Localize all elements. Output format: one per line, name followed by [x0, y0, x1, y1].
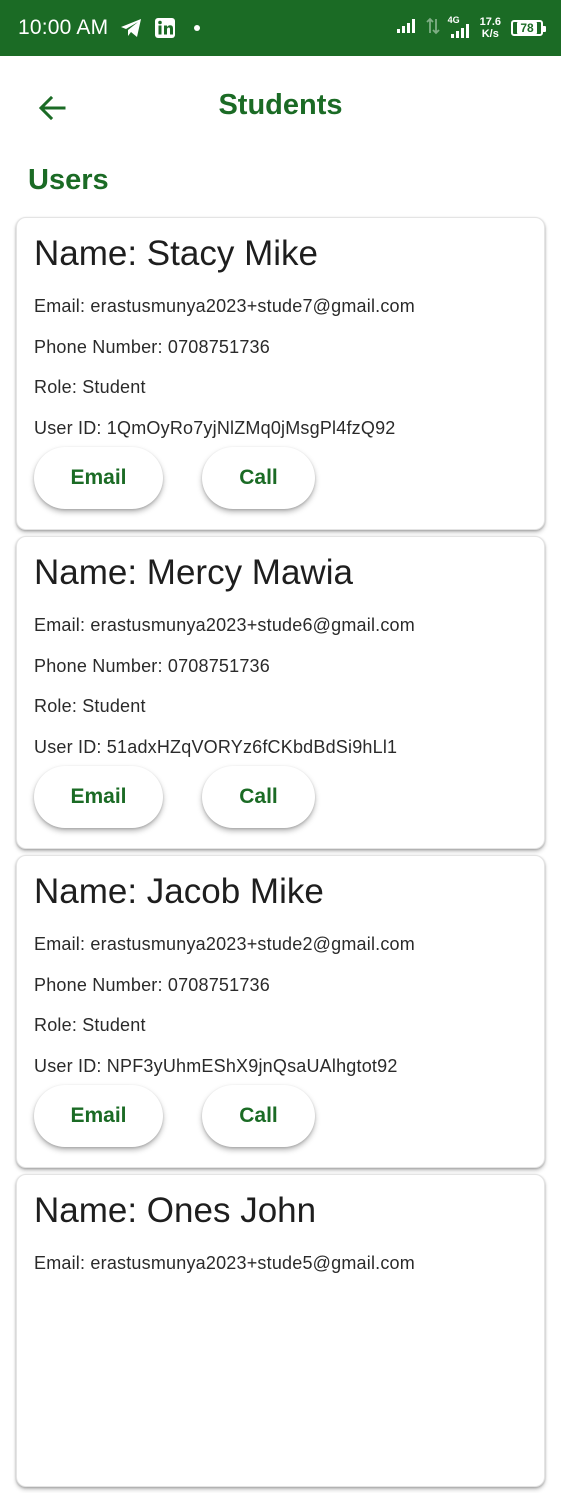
user-card: Name: Jacob Mike Email: erastusmunya2023… [16, 855, 545, 1168]
email-button[interactable]: Email [34, 766, 163, 828]
user-id: User ID: NPF3yUhmEShX9jnQsaUAlhgtot92 [34, 1056, 398, 1076]
battery-level: 78 [517, 22, 537, 34]
linkedin-icon [154, 17, 176, 39]
battery-icon: 78 [511, 20, 546, 36]
user-email: Email: erastusmunya2023+stude6@gmail.com [34, 615, 415, 635]
user-email: Email: erastusmunya2023+stude2@gmail.com [34, 934, 415, 954]
data-transfer-icon [425, 17, 440, 40]
network-speed: 17.6 K/s [480, 16, 501, 40]
user-card: Name: Mercy Mawia Email: erastusmunya202… [16, 536, 545, 849]
email-button[interactable]: Email [34, 447, 163, 509]
user-phone: Phone Number: 0708751736 [34, 337, 270, 357]
user-card: Name: Stacy Mike Email: erastusmunya2023… [16, 217, 545, 530]
user-list: Name: Stacy Mike Email: erastusmunya2023… [16, 217, 545, 1493]
user-email: Email: erastusmunya2023+stude7@gmail.com [34, 296, 415, 316]
status-bar: 10:00 AM 4G 17.6 K/s 78 [0, 0, 561, 56]
network-speed-unit: K/s [481, 28, 499, 40]
call-button[interactable]: Call [202, 447, 315, 509]
section-title: Users [28, 164, 109, 196]
user-name: Name: Mercy Mawia [34, 553, 353, 592]
call-button[interactable]: Call [202, 766, 315, 828]
user-card: Name: Ones John Email: erastusmunya2023+… [16, 1174, 545, 1487]
user-id: User ID: 51adxHZqVORYz6fCKbdBdSi9hLl1 [34, 737, 398, 757]
telegram-icon [120, 18, 142, 38]
user-email: Email: erastusmunya2023+stude5@gmail.com [34, 1253, 415, 1273]
page-title: Students [218, 89, 343, 121]
user-phone: Phone Number: 0708751736 [34, 656, 270, 676]
signal-4g-icon: 4G [448, 15, 472, 39]
status-time: 10:00 AM [18, 16, 109, 39]
user-name: Name: Stacy Mike [34, 234, 318, 273]
user-role: Role: Student [34, 377, 146, 397]
signal-icon [396, 18, 418, 39]
app-bar: Students [0, 56, 561, 162]
user-phone: Phone Number: 0708751736 [34, 975, 270, 995]
call-button[interactable]: Call [202, 1085, 315, 1147]
user-role: Role: Student [34, 696, 146, 716]
user-role: Role: Student [34, 1015, 146, 1035]
email-button[interactable]: Email [34, 1085, 163, 1147]
notification-dot-icon [194, 25, 201, 31]
user-id: User ID: 1QmOyRo7yjNlZMq0jMsgPl4fzQ92 [34, 418, 396, 438]
network-speed-value: 17.6 [479, 16, 501, 28]
user-name: Name: Ones John [34, 1191, 317, 1230]
user-name: Name: Jacob Mike [34, 872, 324, 911]
